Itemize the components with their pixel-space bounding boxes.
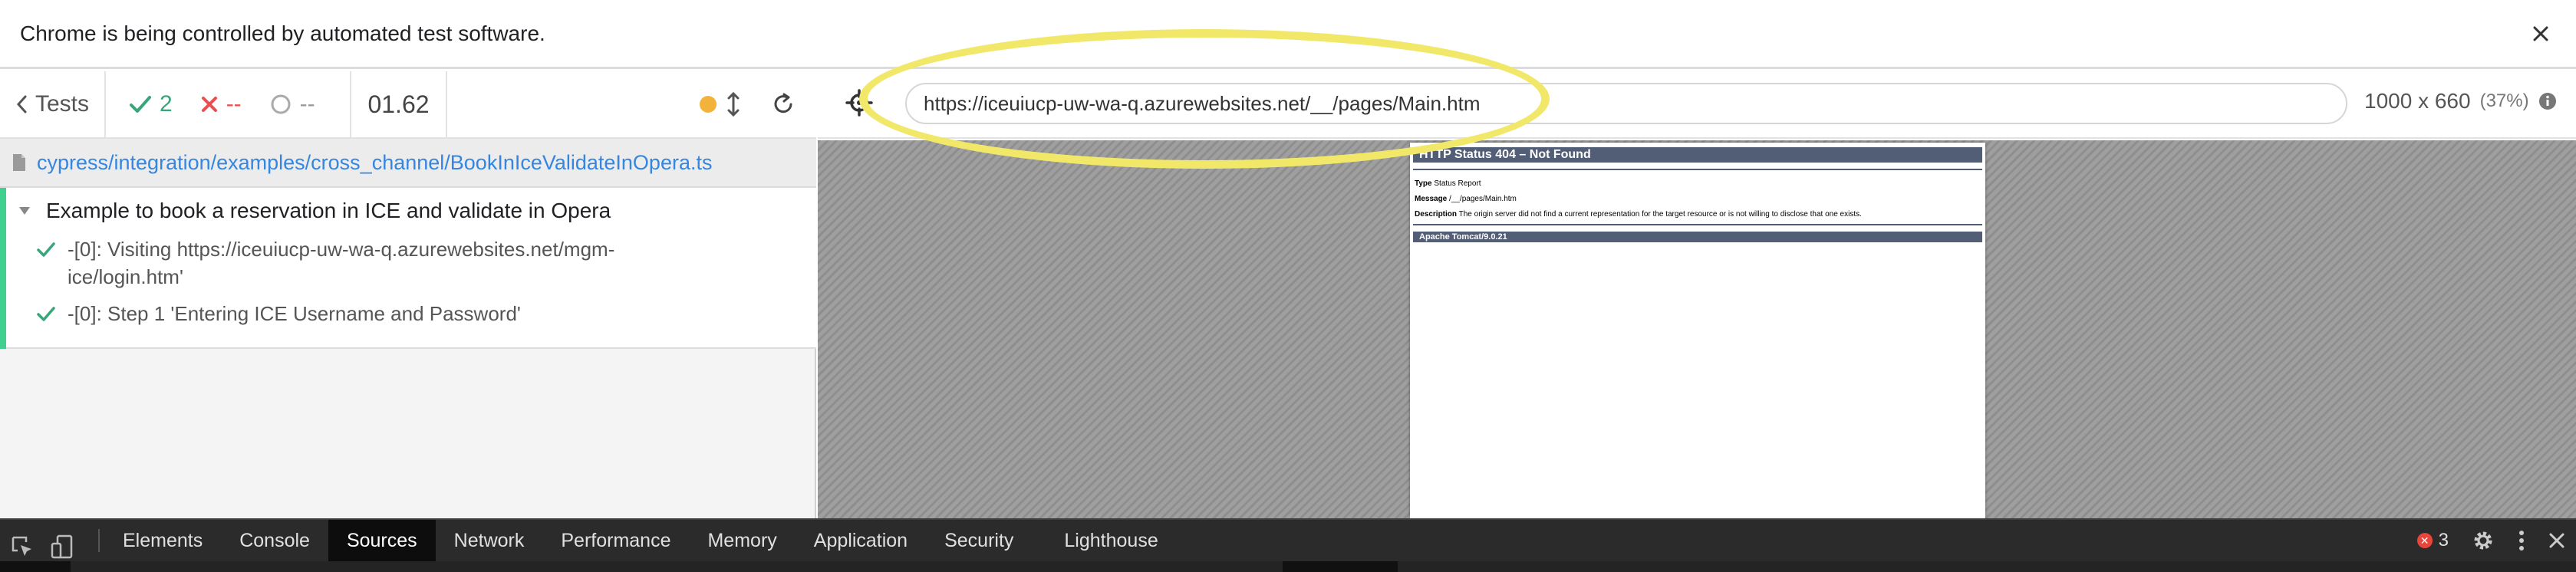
selector-playground-icon[interactable] [844, 87, 875, 118]
tab-memory[interactable]: Memory [689, 520, 795, 561]
tab-console[interactable]: Console [221, 520, 328, 561]
rerun-icon[interactable] [772, 93, 795, 116]
pending-stat: -- [269, 91, 315, 117]
tab-sources[interactable]: Sources [328, 520, 436, 561]
viewport-scale: (37%) [2479, 90, 2529, 111]
reporter-header: Tests 2 -- -- 01.62 [0, 71, 816, 139]
test-item[interactable]: -[0]: Step 1 'Entering ICE Username and … [37, 300, 666, 327]
reporter-controls [447, 71, 816, 137]
automation-infobar: Chrome is being controlled by automated … [0, 0, 2576, 69]
close-icon [2533, 26, 2548, 41]
more-options-icon[interactable] [2518, 529, 2525, 552]
devtools-toolbar-icons [11, 528, 74, 566]
duration: 01.62 [351, 71, 447, 137]
error-divider [1413, 224, 1982, 225]
file-icon [13, 154, 25, 171]
tab-performance[interactable]: Performance [542, 520, 689, 561]
error-icon: ✕ [2416, 533, 2433, 548]
reporter-panel: Tests 2 -- -- 01.62 cypress/integration/… [0, 71, 816, 518]
pending-count: -- [299, 91, 315, 117]
test-item[interactable]: -[0]: Visiting https://iceuiucp-uw-wa-q.… [37, 235, 666, 291]
test-suite: Example to book a reservation in ICE and… [0, 188, 816, 349]
tests-button[interactable]: Tests [0, 71, 106, 137]
viewport-info: 1000 x 660 (37%) [2364, 89, 2557, 113]
tab-security[interactable]: Security [926, 520, 1032, 561]
close-devtools-icon[interactable] [2548, 532, 2565, 549]
auto-scroll-toggle[interactable] [700, 91, 741, 117]
error-divider [1413, 169, 1982, 170]
infobar-message: Chrome is being controlled by automated … [20, 21, 545, 45]
devtools-subtoolbar [0, 561, 2576, 572]
error-type-label: Type [1415, 179, 1432, 188]
passed-count: 2 [160, 91, 173, 117]
tests-label: Tests [35, 91, 90, 117]
suite-header[interactable]: Example to book a reservation in ICE and… [18, 199, 611, 223]
viewport-size: 1000 x 660 [2364, 89, 2471, 113]
inspect-element-icon[interactable] [11, 535, 34, 558]
error-type-value: Status Report [1434, 179, 1481, 188]
device-toolbar-icon[interactable] [51, 534, 74, 559]
suite-title: Example to book a reservation in ICE and… [46, 199, 611, 222]
error-count: 3 [2438, 530, 2449, 551]
check-icon [37, 242, 55, 257]
test-title: -[0]: Visiting https://iceuiucp-uw-wa-q.… [68, 238, 615, 288]
x-icon [201, 97, 217, 112]
infobar-close-button[interactable] [2525, 18, 2556, 49]
chevron-left-icon [16, 95, 27, 113]
tab-application[interactable]: Application [796, 520, 926, 561]
failed-count: -- [226, 91, 242, 117]
caret-down-icon [19, 207, 30, 215]
browser-window: Chrome is being controlled by automated … [0, 0, 2576, 572]
error-description-label: Description [1415, 210, 1458, 219]
suite-status-bar [0, 188, 6, 349]
devtools-separator [98, 529, 100, 552]
error-message-label: Message [1415, 195, 1448, 203]
passed-stat: 2 [129, 91, 173, 117]
info-icon[interactable] [2538, 92, 2557, 110]
aut-iframe[interactable]: HTTP Status 404 – Not Found Type Status … [1410, 143, 1985, 518]
running-status-dot [700, 96, 716, 113]
gear-icon[interactable] [2472, 529, 2495, 552]
error-page-footer: Apache Tomcat/9.0.21 [1413, 232, 1982, 242]
tab-network[interactable]: Network [436, 520, 543, 561]
tab-lighthouse[interactable]: Lighthouse [1046, 520, 1176, 561]
error-page-title: HTTP Status 404 – Not Found [1413, 147, 1982, 163]
error-description-value: The origin server did not find a current… [1458, 210, 1862, 219]
test-title: -[0]: Step 1 'Entering ICE Username and … [68, 302, 521, 325]
failed-stat: -- [200, 91, 242, 117]
auto-scroll-icon [727, 91, 740, 117]
tab-elements[interactable]: Elements [104, 520, 221, 561]
aut-url: https://iceuiucp-uw-wa-q.azurewebsites.n… [924, 91, 1481, 115]
stats: 2 -- -- [106, 71, 351, 137]
error-description-line: Description The origin server did not fi… [1415, 210, 1862, 219]
pending-circle-icon [271, 94, 291, 114]
devtools-right-controls: ✕ 3 [2416, 520, 2565, 561]
error-type-line: Type Status Report [1415, 179, 1481, 188]
devtools-panel: Elements Console Sources Network Perform… [0, 518, 2576, 572]
spec-file-bar: cypress/integration/examples/cross_chann… [0, 139, 816, 188]
error-count-badge[interactable]: ✕ 3 [2416, 530, 2449, 551]
check-icon [37, 307, 55, 321]
check-icon [130, 96, 151, 113]
spec-file-link[interactable]: cypress/integration/examples/cross_chann… [37, 151, 712, 175]
error-message-line: Message /__/pages/Main.htm [1415, 195, 1517, 203]
aut-url-bar[interactable]: https://iceuiucp-uw-wa-q.azurewebsites.n… [905, 83, 2347, 124]
error-message-value: /__/pages/Main.htm [1449, 195, 1517, 203]
devtools-tabs: Elements Console Sources Network Perform… [104, 520, 1177, 561]
